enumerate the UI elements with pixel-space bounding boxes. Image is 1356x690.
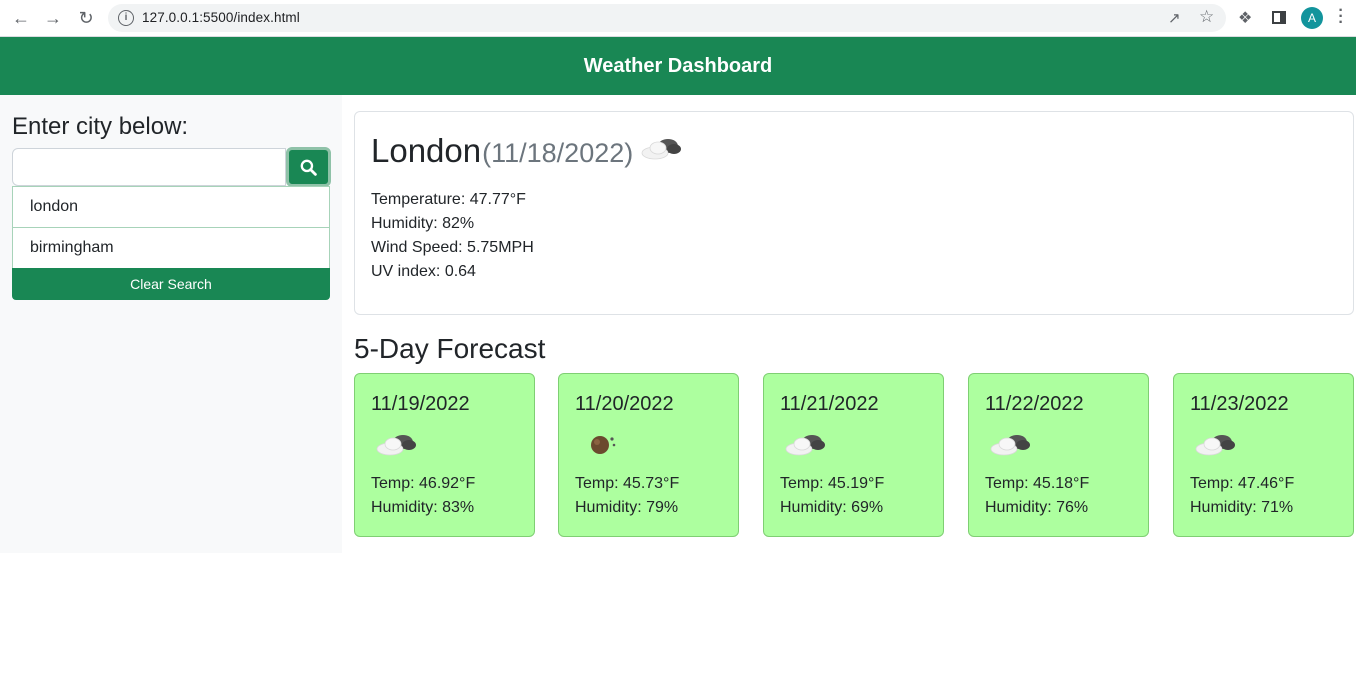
back-arrow-icon[interactable]: ←	[10, 7, 32, 29]
forecast-date: 11/19/2022	[371, 393, 470, 415]
forecast-date: 11/23/2022	[1190, 393, 1289, 415]
forecast-humidity: Humidity: 69%	[780, 499, 884, 516]
url-text[interactable]: 127.0.0.1:5500/index.html	[142, 10, 300, 25]
side-panel-icon[interactable]	[1272, 11, 1286, 24]
forecast-humidity: Humidity: 79%	[575, 499, 679, 516]
current-humidity: Humidity: 82%	[371, 215, 475, 232]
forecast-date: 11/20/2022	[575, 393, 674, 415]
search-button[interactable]	[286, 147, 331, 187]
clear-search-button[interactable]: Clear Search	[12, 268, 330, 300]
page-title: Weather Dashboard	[583, 54, 773, 77]
site-info-icon[interactable]: i	[118, 10, 134, 26]
forecast-card: 11/23/2022 Temp: 47.46°F Humidity: 71%	[1173, 373, 1354, 537]
search-history-list: london birmingham	[12, 186, 330, 269]
forecast-title: 5-Day Forecast	[354, 333, 546, 364]
forecast-card: 11/19/2022 Temp: 46.92°F Humidity: 83%	[354, 373, 535, 537]
extensions-puzzle-icon[interactable]: ❖	[1238, 8, 1252, 28]
search-icon	[300, 159, 317, 176]
current-date: (11/18/2022)	[482, 138, 634, 168]
broken-clouds-icon	[987, 430, 1033, 465]
current-wind-speed: Wind Speed: 5.75MPH	[371, 239, 534, 256]
browser-toolbar: ← → ↻ i 127.0.0.1:5500/index.html ↗ ☆ ❖ …	[0, 0, 1356, 37]
forecast-temp: Temp: 45.73°F	[575, 475, 680, 492]
forecast-temp: Temp: 46.92°F	[371, 475, 476, 492]
forecast-humidity: Humidity: 71%	[1190, 499, 1294, 516]
address-bar[interactable]: i 127.0.0.1:5500/index.html ↗ ☆	[108, 4, 1226, 32]
current-uv-index: UV index: 0.64	[371, 263, 476, 280]
forecast-temp: Temp: 47.46°F	[1190, 475, 1295, 492]
forecast-card: 11/21/2022 Temp: 45.19°F Humidity: 69%	[763, 373, 944, 537]
forecast-temp: Temp: 45.19°F	[780, 475, 885, 492]
history-item[interactable]: london	[12, 186, 330, 228]
broken-clouds-icon	[782, 430, 828, 465]
browser-menu-icon[interactable]: · · ·	[1337, 3, 1345, 31]
forecast-date: 11/22/2022	[985, 393, 1084, 415]
broken-clouds-icon	[373, 430, 419, 465]
share-icon[interactable]: ↗	[1168, 9, 1181, 27]
profile-avatar[interactable]: A	[1301, 7, 1323, 29]
bookmark-star-icon[interactable]: ☆	[1199, 7, 1214, 27]
forecast-humidity: Humidity: 83%	[371, 499, 475, 516]
forward-arrow-icon[interactable]: →	[42, 7, 64, 29]
broken-clouds-icon	[639, 134, 683, 169]
shower-rain-icon	[577, 430, 623, 465]
forecast-humidity: Humidity: 76%	[985, 499, 1089, 516]
city-name: London	[371, 132, 482, 169]
history-item[interactable]: birmingham	[12, 228, 330, 269]
app-header: Weather Dashboard	[0, 37, 1356, 95]
forecast-temp: Temp: 45.18°F	[985, 475, 1090, 492]
forecast-date: 11/21/2022	[780, 393, 879, 415]
forecast-card: 11/22/2022 Temp: 45.18°F Humidity: 76%	[968, 373, 1149, 537]
reload-icon[interactable]: ↻	[75, 7, 97, 29]
current-weather-card: London (11/18/2022) Temperature: 47.77°F…	[354, 111, 1354, 315]
current-temperature: Temperature: 47.77°F	[371, 191, 526, 208]
city-search-input[interactable]	[12, 148, 286, 186]
search-label: Enter city below:	[12, 113, 189, 140]
search-sidebar: Enter city below: london birmingham Clea…	[0, 95, 342, 553]
forecast-card: 11/20/2022 Temp: 45.73°F Humidity: 79%	[558, 373, 739, 537]
broken-clouds-icon	[1192, 430, 1238, 465]
